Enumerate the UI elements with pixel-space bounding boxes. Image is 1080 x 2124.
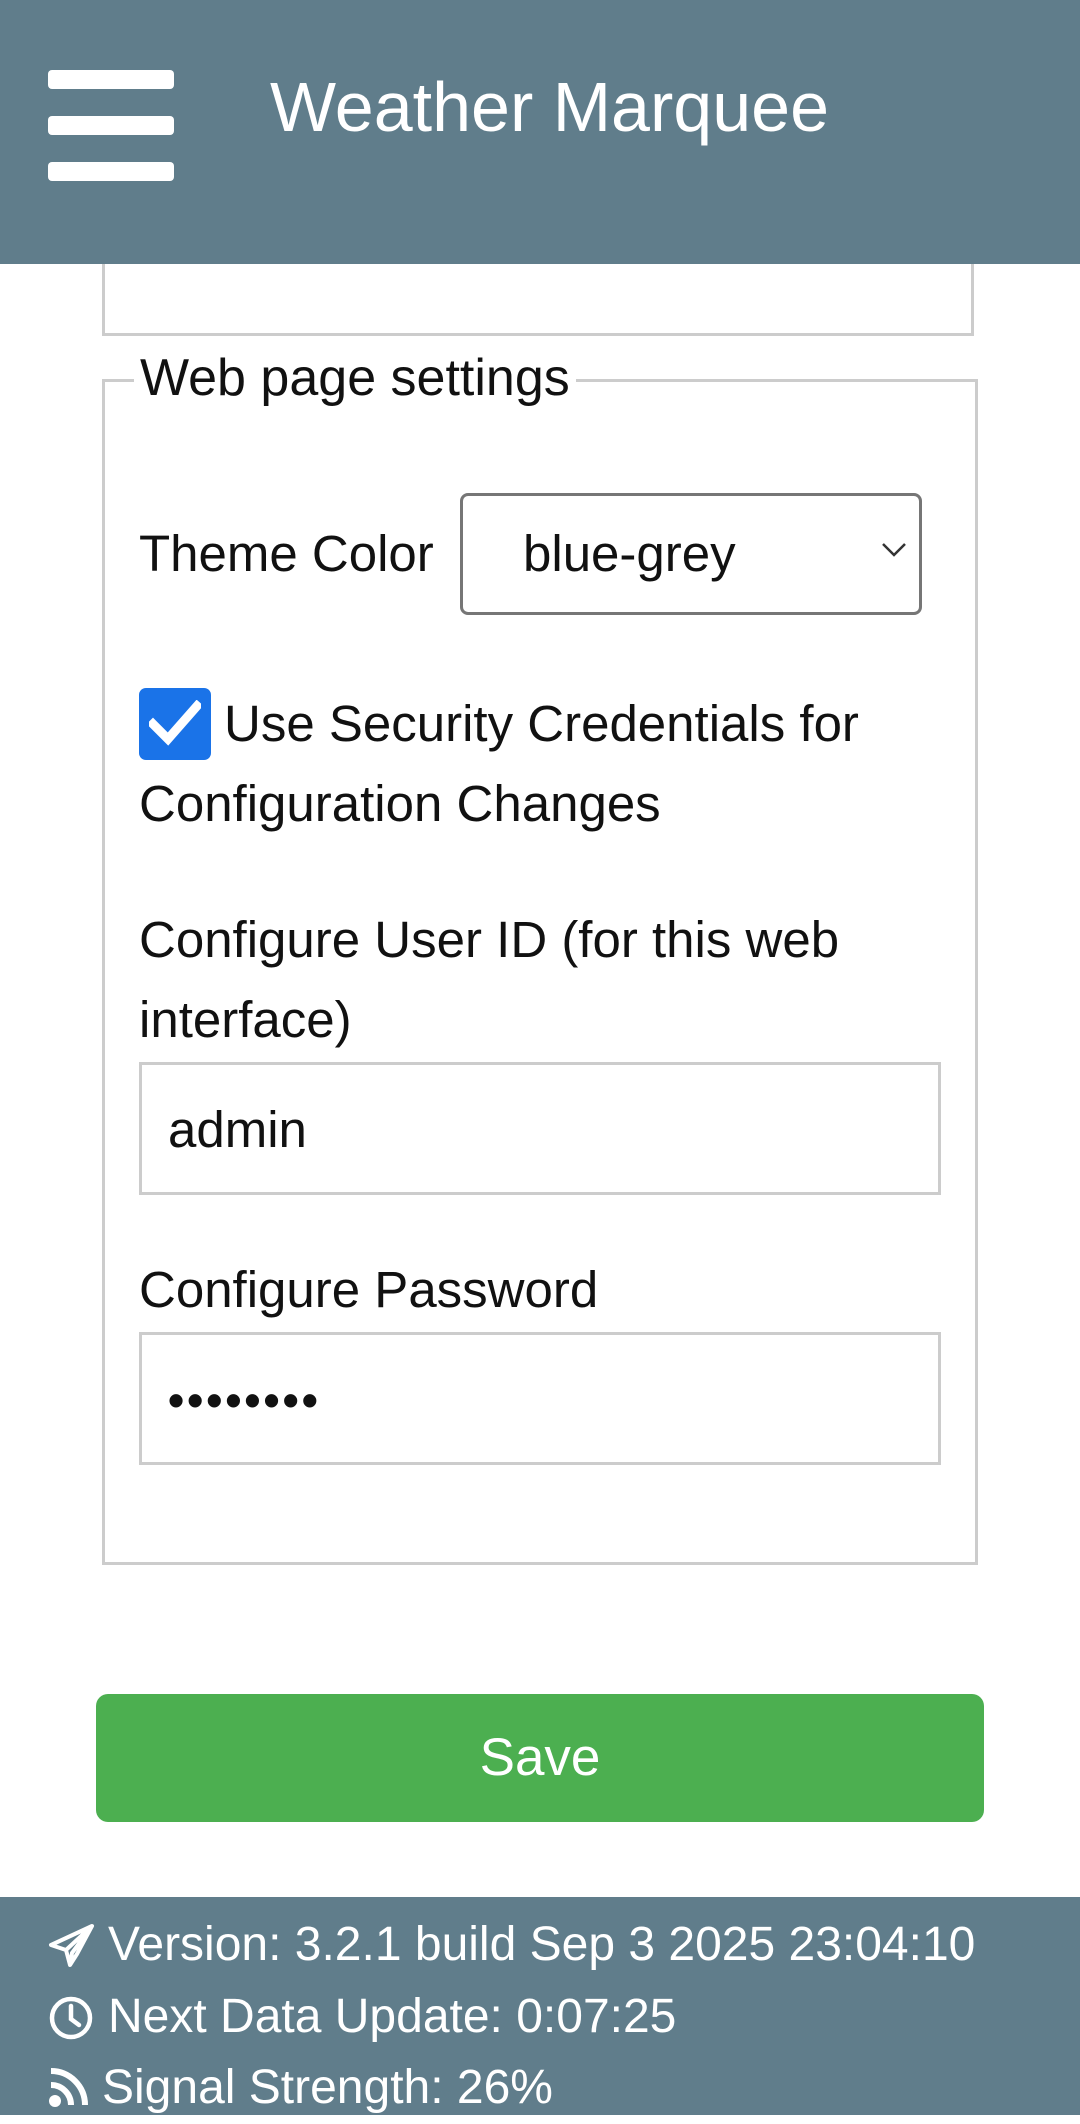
password-input[interactable]: •••••••• — [139, 1332, 941, 1465]
save-button[interactable]: Save — [96, 1694, 984, 1822]
user-id-input[interactable]: admin — [139, 1062, 941, 1195]
clock-icon — [49, 1996, 93, 2040]
security-credentials-checkbox[interactable] — [139, 688, 211, 760]
user-id-label: Configure User ID (for this web interfac… — [139, 911, 840, 1048]
version-text: Version: 3.2.1 build Sep 3 2025 23:04:10 — [108, 1918, 976, 1971]
chevron-down-icon — [881, 542, 907, 563]
user-id-value: admin — [168, 1101, 307, 1158]
next-update-text: Next Data Update: 0:07:25 — [108, 1990, 677, 2043]
app-title: Weather Marquee — [270, 68, 830, 146]
theme-color-select[interactable]: blue-grey — [460, 493, 922, 615]
top-app-bar: Weather Marquee — [0, 0, 1080, 264]
checkmark-icon — [149, 700, 201, 746]
security-credentials-label: Use Security Credentials for Configurati… — [139, 695, 859, 832]
theme-color-selected-value: blue-grey — [523, 525, 736, 582]
hamburger-menu-icon[interactable] — [48, 70, 174, 182]
section-legend: Web page settings — [134, 346, 576, 410]
signal-strength-text: Signal Strength: 26% — [102, 2061, 553, 2114]
password-masked-value: •••••••• — [168, 1374, 321, 1426]
password-label: Configure Password — [139, 1261, 599, 1318]
rss-signal-icon — [49, 2068, 88, 2107]
paper-plane-icon — [49, 1924, 94, 1967]
theme-color-label: Theme Color — [139, 525, 434, 582]
status-footer: Version: 3.2.1 build Sep 3 2025 23:04:10… — [0, 1897, 1080, 2115]
